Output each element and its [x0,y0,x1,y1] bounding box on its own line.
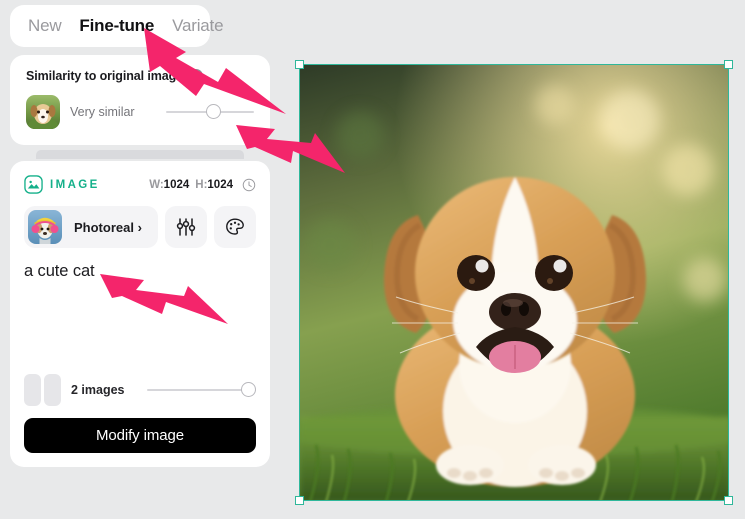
image-count-slider-track [147,389,256,391]
image-icon [24,175,43,194]
image-count-block-2 [44,374,61,406]
width-value: 1024 [163,178,190,191]
similarity-card: Similarity to original image ? Very simi… [10,55,270,145]
image-height: H:1024 [195,179,233,191]
clock-icon[interactable] [242,178,256,192]
resize-handle-bottom-right[interactable] [724,496,733,505]
puppy-photo-art [300,65,728,500]
model-name-label: Photoreal [74,219,134,235]
model-select-button[interactable]: Photoreal › [24,206,158,248]
palette-icon [226,218,244,235]
left-control-panel: New Fine-tune Variate Similarity to orig… [10,5,270,467]
width-key: W: [149,178,164,191]
chevron-right-icon: › [137,219,142,235]
image-count-label: 2 images [71,383,125,397]
tab-new[interactable]: New [28,16,62,36]
mode-tab-bar: New Fine-tune Variate [10,5,224,47]
original-image-thumbnail[interactable] [26,95,60,129]
similarity-header: Similarity to original image ? [26,69,254,83]
similarity-control-row: Very similar [26,95,254,129]
dog-with-headphones-art [28,210,62,244]
generated-image[interactable] [300,65,728,500]
height-value: 1024 [207,178,233,191]
two-images-icon [24,374,61,406]
image-count-slider[interactable] [147,381,256,399]
image-count-row: 2 images [24,374,256,406]
resize-handle-bottom-left[interactable] [295,496,304,505]
puppy-thumbnail-art [26,95,60,129]
question-mark-circle-icon[interactable]: ? [188,69,203,83]
style-palette-button[interactable] [214,206,256,248]
panel-stack-separator [36,150,244,159]
image-count-slider-knob[interactable] [241,382,256,397]
image-count-block-1 [24,374,41,406]
similarity-title: Similarity to original image [26,69,183,83]
tab-fine-tune[interactable]: Fine-tune [79,16,154,36]
image-card-header: IMAGE W:1024 H:1024 [24,175,256,194]
similarity-slider-knob[interactable] [206,104,222,119]
prompt-text[interactable]: a cute cat [24,262,256,374]
image-generation-card: IMAGE W:1024 H:1024 Photoreal › a cute c… [10,161,270,467]
resize-handle-top-right[interactable] [724,60,733,69]
model-selection-row: Photoreal › [24,206,256,248]
image-width: W:1024 [149,179,189,191]
image-badge-label: IMAGE [50,178,100,191]
photoreal-model-thumbnail [28,210,62,244]
resize-handle-top-left[interactable] [295,60,304,69]
sliders-icon [176,218,196,236]
tab-variate[interactable]: Variate [172,16,223,36]
settings-button[interactable] [165,206,207,248]
image-dimensions: W:1024 H:1024 [149,178,256,192]
modify-image-button[interactable]: Modify image [24,418,256,453]
similarity-slider[interactable] [166,103,254,121]
similarity-value-label: Very similar [70,105,135,119]
height-key: H: [195,178,208,191]
canvas-selection-frame[interactable] [295,60,733,505]
